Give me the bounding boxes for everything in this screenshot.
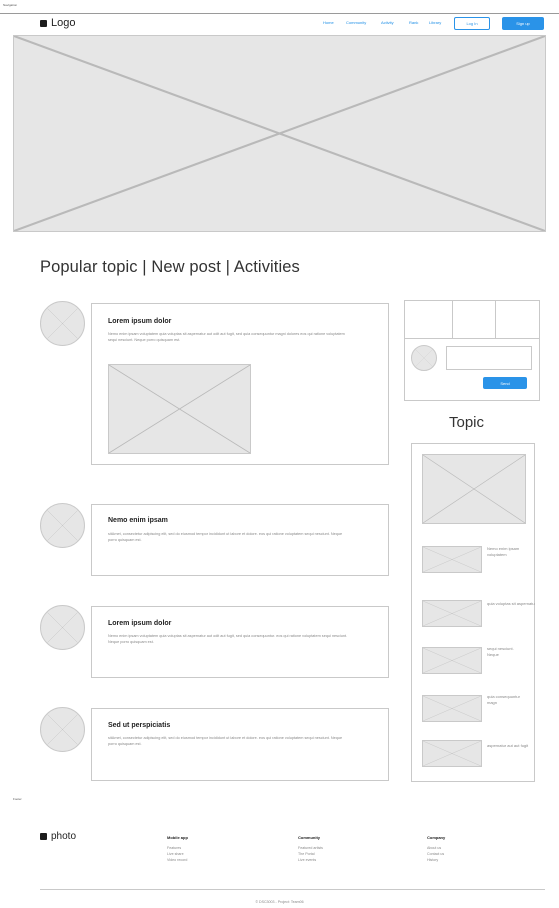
footer-column-title: Company [427,835,446,840]
topic-item-thumbnail[interactable] [422,600,482,627]
nav-activity[interactable]: Activity [381,20,394,25]
post-card[interactable]: Sed ut perspiciatis sitAmet, consectetur… [91,708,389,781]
nav-rank[interactable]: Rank [409,20,418,25]
widget-divider [405,338,539,339]
footer-column-title: Mobile app [167,835,188,840]
post-title: Lorem ipsum dolor [108,318,172,325]
nav-home[interactable]: Home [323,20,334,25]
footer-link[interactable]: History [427,858,438,862]
post-title: Nemo enim ipsam [108,517,168,524]
post-title: Sed ut perspiciatis [108,722,171,729]
send-button[interactable]: Send [483,377,527,389]
topic-item-text[interactable]: sequi nesciunt. Neque [487,646,522,658]
topic-item-text[interactable]: Nemo enim ipsam voluptatem [487,546,537,558]
footer-divider [40,889,545,890]
post-body: Nemo enim ipsam voluptatem quia voluptas… [108,634,348,644]
nav-library[interactable]: Library [429,20,441,25]
footer-link[interactable]: About us [427,846,441,850]
post-title: Lorem ipsum dolor [108,620,172,627]
post-body: sitAmet, consectetur adipiscing elit, se… [108,736,343,746]
logo-text: Logo [51,17,76,29]
post-card[interactable]: Lorem ipsum dolor Nemo enim ipsam volupt… [91,303,389,465]
signup-button[interactable]: Sign up [502,17,544,30]
logo-square-icon [40,833,47,840]
widget-cell[interactable] [405,301,453,338]
login-button[interactable]: Log In [454,17,490,30]
topic-title: Topic [449,414,485,431]
navigation-frame-label: Navigation [3,3,18,7]
footer-link[interactable]: Features [167,846,181,850]
topic-image-placeholder [422,454,526,524]
message-widget: Send [404,300,540,401]
copyright-text: © DSC3003 - Project: Team06 [255,900,304,904]
section-heading[interactable]: Popular topic | New post | Activities [40,258,300,277]
topic-panel: Nemo enim ipsam voluptatem quia voluptas… [411,443,535,782]
footer-logo[interactable]: photo [40,831,76,842]
topic-item-thumbnail[interactable] [422,740,482,767]
avatar [40,503,85,548]
avatar [40,605,85,650]
footer-link[interactable]: Featured artists [298,846,323,850]
widget-cell[interactable] [453,301,496,338]
footer-link[interactable]: Video record [167,858,187,862]
logo-square-icon [40,19,47,27]
header-divider [0,13,559,14]
avatar [40,707,85,752]
message-input[interactable] [446,346,532,370]
topic-item-text[interactable]: quia voluptas sit aspernatu [487,601,537,607]
post-body: Nemo enim ipsam voluptatem quia voluptas… [108,332,345,342]
header-logo[interactable]: Logo [40,17,75,29]
footer-logo-text: photo [51,831,77,842]
post-card[interactable]: Nemo enim ipsam sitAmet, consectetur adi… [91,504,389,576]
footer-frame-label: Footer [13,797,22,801]
topic-item-text[interactable]: aspernatur aut aut fugit [487,743,537,749]
footer-column-title: Community [298,835,320,840]
footer-link[interactable]: Contact us [427,852,444,856]
avatar [40,301,85,346]
hero-image-placeholder [13,35,546,232]
topic-item-thumbnail[interactable] [422,695,482,722]
nav-community[interactable]: Community [346,20,366,25]
topic-item-text[interactable]: quia consequuntur magn [487,694,529,706]
footer-link[interactable]: Live events [298,858,316,862]
footer-link[interactable]: The Portal [298,852,315,856]
topic-item-thumbnail[interactable] [422,546,482,573]
post-image-placeholder [108,364,251,454]
footer-link[interactable]: Live share [167,852,184,856]
post-card[interactable]: Lorem ipsum dolor Nemo enim ipsam volupt… [91,606,389,678]
widget-avatar [411,345,437,371]
post-body: sitAmet, consectetur adipiscing elit, se… [108,532,343,542]
topic-item-thumbnail[interactable] [422,647,482,674]
